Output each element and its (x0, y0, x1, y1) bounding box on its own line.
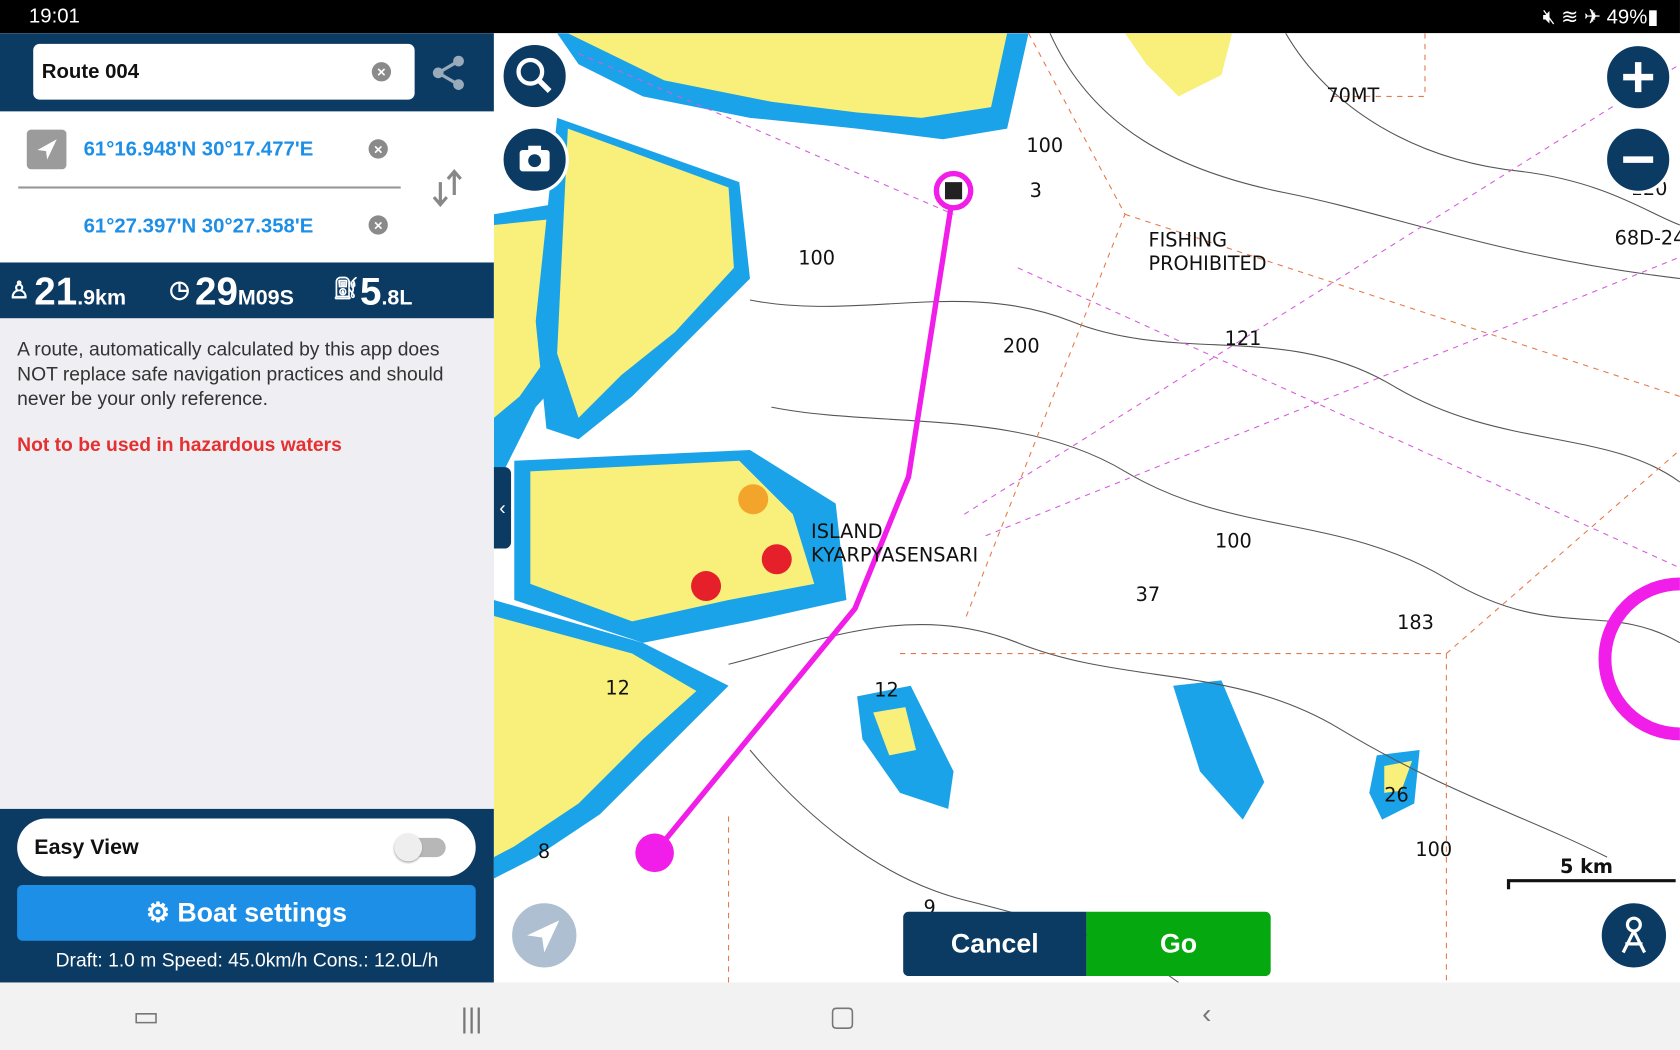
map-label: ISLAND (811, 520, 883, 543)
map-label: 12 (605, 676, 630, 699)
map-label: PROHIBITED (1149, 252, 1267, 275)
status-bar: 19:01 🔇︎ ≋ ✈ 49%▮ (0, 0, 1680, 34)
map-label: FISHING (1149, 228, 1228, 251)
collapse-panel-handle[interactable]: ‹ (493, 467, 512, 549)
divider (18, 186, 401, 189)
bottom-controls: Easy View ⚙ Boat settings Draft: 1.0 m S… (0, 808, 494, 983)
boat-info: Draft: 1.0 m Speed: 45.0km/h Cons.: 12.0… (55, 949, 439, 971)
gear-icon: ⚙ (145, 897, 170, 928)
hazard-icon (691, 571, 722, 602)
search-icon (516, 57, 552, 93)
search-button[interactable] (500, 41, 569, 111)
scale-label: 5 km (1560, 855, 1613, 878)
airplane-icon: ✈ (1583, 6, 1601, 29)
distance-icon: ♙ (8, 276, 30, 304)
duration-value: 29 (194, 268, 238, 313)
clear-name-icon[interactable]: × (371, 62, 392, 82)
fuel: 5.8L (360, 269, 412, 314)
camera-icon (519, 145, 550, 172)
route-name-input[interactable]: Route 004 × (33, 43, 415, 100)
cancel-button[interactable]: Cancel (903, 911, 1087, 977)
start-coordinate[interactable]: 61°16.948'N 30°17.477'E (84, 138, 314, 162)
map-label: 26 (1384, 783, 1409, 806)
recents-icon[interactable]: ||| (461, 1002, 483, 1035)
home-icon[interactable]: ▢ (829, 1000, 855, 1033)
minus-icon (1623, 156, 1654, 163)
map-label: 3 (1030, 179, 1042, 202)
land (493, 33, 1420, 879)
map-label: 12 (874, 678, 899, 701)
map-label: 183 (1397, 611, 1434, 634)
battery-level: 49% (1606, 6, 1648, 29)
map-label: 100 (1415, 838, 1452, 861)
map-label: 8 (538, 840, 550, 863)
hazard-warning: Not to be used in hazardous waters (17, 433, 342, 456)
compass-icon (1621, 916, 1647, 954)
anchorage-icon (738, 484, 769, 515)
fuel-unit: .8L (381, 286, 413, 310)
share-icon[interactable] (432, 55, 466, 91)
boat-settings-label: Boat settings (177, 897, 347, 928)
map-label: 100 (1215, 529, 1252, 552)
wifi-icon: ≋ (1561, 6, 1579, 29)
map-label: 200 (1003, 334, 1040, 357)
waypoints: 61°16.948'N 30°17.477'E × 61°27.397'N 30… (0, 111, 494, 263)
clock-icon: ◷ (169, 275, 190, 303)
zoom-in-button[interactable] (1603, 42, 1673, 112)
route-panel: Route 004 × 61°16.948'N 30°17.477'E × 61… (0, 33, 494, 983)
end-coordinate[interactable]: 61°27.397'N 30°27.358'E (84, 215, 314, 239)
zoom-out-button[interactable] (1603, 125, 1673, 194)
map-label: 121 (1225, 327, 1262, 350)
duration: 29M09S (195, 269, 294, 314)
map-label: 100 (1026, 134, 1063, 157)
map-label: KYARPYASENSARI (811, 543, 978, 566)
scale-bar: 5 km (1506, 855, 1676, 890)
swap-icon[interactable] (431, 167, 465, 210)
route-stats: ♙ 21.9km ◷ 29M09S ⛽︎ 5.8L (0, 262, 494, 319)
camera-button[interactable] (500, 125, 569, 194)
map-label: 100 (798, 247, 835, 270)
map-label: 70MT (1326, 84, 1379, 107)
plus-icon (1623, 62, 1654, 93)
back-icon[interactable]: ‹ (1202, 997, 1211, 1030)
map-label: 68D-24 (1615, 226, 1680, 249)
system-nav-bar: ▭ ||| ▢ ‹ (0, 982, 1680, 1050)
go-button[interactable]: Go (1086, 911, 1271, 977)
compass-button[interactable] (1598, 899, 1670, 971)
distance-unit: .9km (77, 286, 127, 310)
route-name: Route 004 (41, 61, 140, 84)
route-header: Route 004 × (0, 33, 494, 112)
nautical-map[interactable]: 70MT 100 68D-24 FISHING PROHIBITED 121 2… (493, 32, 1680, 983)
easy-view-toggle[interactable] (394, 833, 446, 862)
hazard-icon (761, 544, 792, 575)
position-ring (1598, 577, 1680, 741)
finish-flag-icon (944, 182, 963, 200)
route-start-marker[interactable] (635, 833, 674, 873)
easy-view-label: Easy View (34, 835, 139, 860)
easy-view-row[interactable]: Easy View (17, 818, 476, 877)
distance: 21.9km (34, 269, 126, 314)
locate-button[interactable] (508, 899, 580, 971)
fuel-value: 5 (359, 268, 382, 313)
clock: 19:01 (28, 5, 80, 28)
distance-value: 21 (34, 268, 78, 313)
duration-unit: M09S (237, 286, 294, 310)
battery-icon: ▮ (1647, 6, 1659, 29)
clear-start-icon[interactable]: × (368, 139, 388, 159)
chart-canvas[interactable]: 70MT 100 68D-24 FISHING PROHIBITED 121 2… (493, 32, 1680, 983)
current-location-icon[interactable] (26, 129, 67, 170)
depth-contours (728, 32, 1680, 983)
clear-end-icon[interactable]: × (368, 215, 388, 235)
status-icons: 🔇︎ ≋ ✈ 49%▮ (1543, 5, 1659, 30)
boat-settings-button[interactable]: ⚙ Boat settings (17, 884, 476, 941)
navigation-arrow-icon (527, 920, 560, 953)
mute-icon: 🔇︎ (1542, 6, 1556, 29)
chevron-left-icon: ‹ (499, 497, 506, 519)
disclaimer-text: A route, automatically calculated by thi… (17, 338, 444, 410)
map-label: 37 (1136, 583, 1161, 606)
recent-apps-tray-icon[interactable]: ▭ (133, 1000, 159, 1033)
fuel-icon: ⛽︎ (332, 277, 360, 302)
